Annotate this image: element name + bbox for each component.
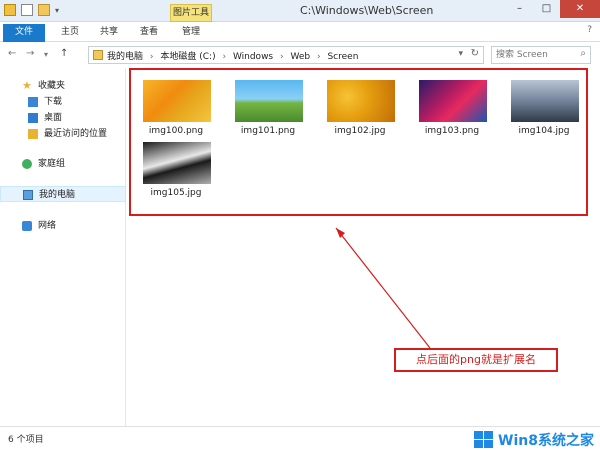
nav-favorites[interactable]: ★ 收藏夹 (0, 78, 126, 94)
homegroup-icon (22, 159, 32, 169)
annotation-label: 点后面的png就是扩展名 (394, 348, 558, 372)
desktop-icon (28, 113, 38, 123)
watermark-text: Win8系统之家 (498, 433, 594, 449)
item-count: 6 个项目 (8, 435, 44, 445)
file-item[interactable]: img102.jpg (320, 74, 400, 138)
help-icon[interactable]: ? (587, 25, 592, 35)
breadcrumb-web[interactable]: Web (290, 52, 310, 62)
navigation-pane: ★ 收藏夹 下载 桌面 最近访问的位置 家庭组 我的电脑 网络 (0, 68, 126, 426)
windows-logo-icon (474, 431, 494, 449)
image-thumbnail (143, 142, 211, 184)
file-item[interactable]: img105.jpg (136, 136, 216, 200)
file-list-area[interactable]: img100.png img101.png img102.jpg img103.… (126, 68, 600, 426)
tab-home[interactable]: 主页 (55, 24, 85, 40)
breadcrumb-windows[interactable]: Windows (233, 52, 273, 62)
file-name: img105.jpg (150, 188, 202, 198)
forward-button[interactable]: → (26, 48, 34, 59)
nav-label: 我的电脑 (39, 190, 76, 200)
title-bar: ▾ 图片工具 C:\Windows\Web\Screen – □ ✕ (0, 0, 600, 22)
file-item[interactable]: img101.png (228, 74, 308, 138)
file-name: img101.png (240, 126, 296, 136)
file-item[interactable]: img100.png (136, 74, 216, 138)
image-thumbnail (143, 80, 211, 122)
new-folder-icon[interactable] (38, 4, 50, 16)
network-icon (22, 221, 32, 231)
search-icon[interactable]: ⌕ (580, 48, 586, 59)
breadcrumb-separator[interactable]: › (280, 52, 284, 62)
breadcrumb-separator[interactable]: › (222, 52, 226, 62)
breadcrumb-my-computer[interactable]: 我的电脑 (107, 52, 143, 62)
file-name: img104.jpg (518, 126, 570, 136)
image-thumbnail (419, 80, 487, 122)
watermark-logo: Win8系统之家 (474, 430, 594, 450)
quick-access-toolbar: ▾ (4, 4, 59, 16)
search-box[interactable]: ⌕ (491, 46, 591, 64)
picture-tools-context-tab: 图片工具 (170, 4, 212, 22)
quick-access-dropdown[interactable]: ▾ (55, 6, 59, 15)
system-menu-icon[interactable] (4, 4, 16, 16)
recent-locations-dropdown[interactable]: ▾ (44, 50, 48, 59)
window-title: C:\Windows\Web\Screen (300, 4, 434, 17)
file-item[interactable]: img104.jpg (504, 74, 584, 138)
image-thumbnail (511, 80, 579, 122)
tab-share[interactable]: 共享 (94, 24, 124, 40)
file-name: img100.png (148, 126, 204, 136)
nav-homegroup[interactable]: 家庭组 (0, 156, 126, 172)
maximize-button[interactable]: □ (533, 0, 560, 18)
image-thumbnail (235, 80, 303, 122)
nav-label: 网络 (38, 221, 57, 231)
refresh-icon[interactable]: ↻ (471, 48, 479, 59)
back-button[interactable]: ← (8, 48, 16, 59)
breadcrumb-separator[interactable]: › (150, 52, 154, 62)
file-name: img102.jpg (334, 126, 386, 136)
folder-icon (93, 50, 103, 60)
window-controls: – □ ✕ (506, 0, 600, 20)
breadcrumb: 我的电脑 › 本地磁盘 (C:) › Windows › Web › Scree… (107, 49, 362, 62)
nav-downloads[interactable]: 下载 (0, 94, 126, 110)
recent-places-icon (28, 129, 38, 139)
status-bar: 6 个项目 Win8系统之家 (0, 426, 600, 450)
downloads-icon (28, 97, 38, 107)
star-icon: ★ (22, 79, 32, 92)
up-button[interactable]: ↑ (60, 48, 68, 59)
breadcrumb-separator[interactable]: › (317, 52, 321, 62)
address-dropdown[interactable]: ▾ (458, 49, 463, 59)
address-row: ← → ▾ ↑ 我的电脑 › 本地磁盘 (C:) › Windows › Web… (0, 42, 600, 68)
nav-network[interactable]: 网络 (0, 218, 126, 234)
ribbon-tabs: 文件 主页 共享 查看 管理 ? (0, 22, 600, 88)
breadcrumb-screen[interactable]: Screen (327, 52, 358, 62)
file-item[interactable]: img103.png (412, 74, 492, 138)
close-button[interactable]: ✕ (560, 0, 600, 18)
tab-view[interactable]: 查看 (134, 24, 164, 40)
nav-recent-places[interactable]: 最近访问的位置 (0, 126, 126, 142)
nav-label: 桌面 (44, 113, 63, 123)
nav-label: 最近访问的位置 (44, 129, 108, 139)
nav-label: 家庭组 (38, 159, 66, 169)
nav-desktop[interactable]: 桌面 (0, 110, 126, 126)
breadcrumb-local-disk[interactable]: 本地磁盘 (C:) (160, 52, 215, 62)
computer-icon (23, 190, 33, 200)
address-bar[interactable]: 我的电脑 › 本地磁盘 (C:) › Windows › Web › Scree… (88, 46, 484, 64)
file-name: img103.png (424, 126, 480, 136)
nav-this-pc[interactable]: 我的电脑 (0, 186, 126, 202)
properties-icon[interactable] (21, 4, 33, 16)
search-input[interactable] (496, 49, 574, 61)
tab-manage[interactable]: 管理 (176, 24, 206, 40)
nav-label: 下载 (44, 97, 63, 107)
minimize-button[interactable]: – (506, 0, 533, 18)
image-thumbnail (327, 80, 395, 122)
nav-label: 收藏夹 (38, 81, 66, 91)
